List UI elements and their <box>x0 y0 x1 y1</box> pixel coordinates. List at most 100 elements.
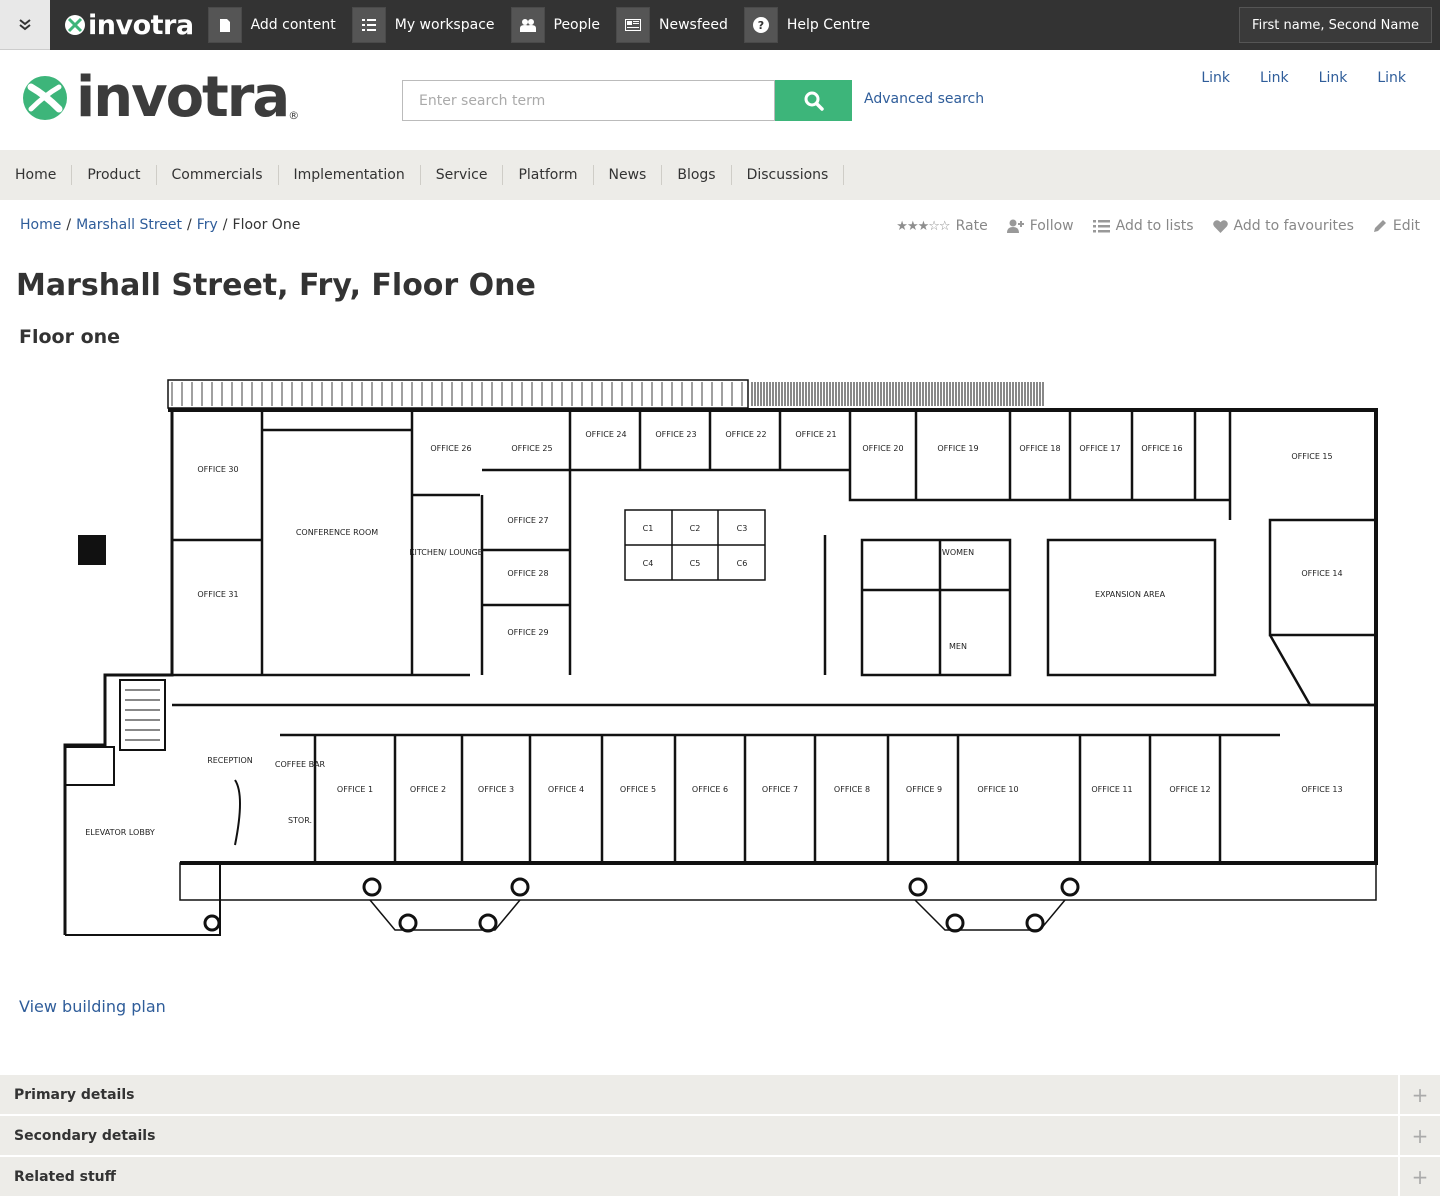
edit-action[interactable]: Edit <box>1373 218 1420 234</box>
user-menu-button[interactable]: First name, Second Name <box>1239 7 1432 43</box>
nav-item-product[interactable]: Product <box>72 165 157 185</box>
floor-plan-room-label: KITCHEN/ LOUNGE <box>409 548 482 557</box>
breadcrumb-separator: / <box>187 217 192 233</box>
floor-plan-room-label: STOR. <box>288 816 312 825</box>
add-content-button[interactable]: Add content <box>204 0 348 50</box>
nav-item-news[interactable]: News <box>594 165 663 185</box>
people-label: People <box>553 17 601 33</box>
newspaper-icon <box>625 19 642 31</box>
accordion-related-stuff[interactable]: Related stuff <box>0 1157 1398 1196</box>
nav-item-commercials[interactable]: Commercials <box>157 165 279 185</box>
floor-plan-room-label: CONFERENCE ROOM <box>296 528 378 537</box>
question-icon: ? <box>752 17 769 33</box>
header-link[interactable]: Link <box>1377 70 1406 86</box>
add-to-favourites-label: Add to favourites <box>1233 218 1354 234</box>
floor-plan-cubicle-label: C4 <box>643 559 654 568</box>
floor-plan-room-label: OFFICE 13 <box>1301 785 1342 794</box>
view-building-plan-link[interactable]: View building plan <box>19 997 166 1016</box>
floor-plan-room-label: EXPANSION AREA <box>1095 590 1166 599</box>
floor-plan-room-label: WOMEN <box>942 548 974 557</box>
floor-plan-room-label: OFFICE 29 <box>507 628 548 637</box>
floor-plan-room-label: OFFICE 6 <box>692 785 728 794</box>
collapse-toggle-button[interactable] <box>0 0 50 50</box>
search-button[interactable] <box>775 80 852 121</box>
page-title: Marshall Street, Fry, Floor One <box>16 268 536 303</box>
nav-item-platform[interactable]: Platform <box>503 165 594 185</box>
floor-plan-cubicle-label: C1 <box>643 524 654 533</box>
people-button[interactable]: People <box>507 0 613 50</box>
header-link[interactable]: Link <box>1260 70 1289 86</box>
help-centre-button[interactable]: ? Help Centre <box>740 0 882 50</box>
floor-plan-room-label: OFFICE 2 <box>410 785 446 794</box>
breadcrumb-link-fry[interactable]: Fry <box>197 217 218 233</box>
floor-plan-room-label: OFFICE 10 <box>977 785 1018 794</box>
floor-plan-room-label: OFFICE 9 <box>906 785 942 794</box>
add-content-label: Add content <box>250 17 336 33</box>
floor-plan-room-label: OFFICE 25 <box>511 444 552 453</box>
floor-plan-room-label: OFFICE 12 <box>1169 785 1210 794</box>
follow-action[interactable]: Follow <box>1006 218 1074 234</box>
follow-label: Follow <box>1029 218 1074 234</box>
header-link[interactable]: Link <box>1319 70 1348 86</box>
search-input[interactable] <box>402 80 775 121</box>
nav-item-service[interactable]: Service <box>421 165 504 185</box>
accordion-primary-details[interactable]: Primary details <box>0 1075 1398 1114</box>
floor-plan-room-label: OFFICE 27 <box>507 516 548 525</box>
double-chevron-down-icon <box>19 18 31 30</box>
registered-mark: ® <box>288 109 300 122</box>
nav-item-discussions[interactable]: Discussions <box>732 165 845 185</box>
floor-plan-cubicle-label: C2 <box>690 524 701 533</box>
site-logo-text: invotra <box>76 65 290 130</box>
add-to-lists-label: Add to lists <box>1115 218 1194 234</box>
list-icon <box>1092 219 1110 232</box>
expand-plus-icon[interactable]: + <box>1398 1075 1440 1114</box>
search-icon <box>804 91 824 111</box>
floor-plan-room-label: OFFICE 17 <box>1079 444 1120 453</box>
pencil-icon <box>1373 220 1386 232</box>
expand-plus-icon[interactable]: + <box>1398 1157 1440 1196</box>
floor-plan-room-label: OFFICE 5 <box>620 785 656 794</box>
floor-plan-room-label: OFFICE 1 <box>337 785 373 794</box>
my-workspace-button[interactable]: My workspace <box>348 0 507 50</box>
search-form <box>402 80 852 121</box>
floor-plan-room-label: OFFICE 3 <box>478 785 514 794</box>
floor-plan-room-label: OFFICE 23 <box>655 430 696 439</box>
newsfeed-button[interactable]: Newsfeed <box>612 0 740 50</box>
floor-plan-room-labels: OFFICE 30 OFFICE 31 CONFERENCE ROOM KITCHEN… <box>85 430 1342 837</box>
breadcrumb-link-marshall-street[interactable]: Marshall Street <box>76 217 182 233</box>
nav-item-implementation[interactable]: Implementation <box>279 165 421 185</box>
nav-item-blogs[interactable]: Blogs <box>662 165 732 185</box>
rate-action[interactable]: ★★★☆☆ Rate <box>896 218 987 234</box>
toolbar-logo[interactable]: invotra <box>50 0 204 50</box>
floor-plan-room-label: OFFICE 31 <box>197 590 238 599</box>
nav-item-home[interactable]: Home <box>0 165 73 185</box>
floor-plan-room-label: OFFICE 8 <box>834 785 870 794</box>
floor-plan-room-label: OFFICE 28 <box>507 569 548 578</box>
advanced-search-link[interactable]: Advanced search <box>864 91 984 107</box>
heart-icon <box>1212 219 1228 233</box>
svg-text:?: ? <box>758 19 764 32</box>
edit-label: Edit <box>1392 218 1420 234</box>
breadcrumb-current: Floor One <box>232 217 301 233</box>
floor-plan-room-label: OFFICE 24 <box>585 430 626 439</box>
page-actions: ★★★☆☆ Rate Follow Add to lists Add to fa… <box>896 218 1420 234</box>
invotra-logo-icon <box>23 76 67 120</box>
add-to-favourites-action[interactable]: Add to favourites <box>1212 218 1354 234</box>
breadcrumb-separator: / <box>66 217 72 233</box>
breadcrumb-separator: / <box>222 217 228 233</box>
toolbar-logo-text: invotra <box>88 9 194 41</box>
star-rating[interactable]: ★★★☆☆ <box>896 219 950 234</box>
floor-plan-room-label: OFFICE 21 <box>795 430 836 439</box>
site-logo[interactable]: invotra ® <box>22 70 299 126</box>
expand-plus-icon[interactable]: + <box>1398 1116 1440 1155</box>
floor-plan-room-label: OFFICE 11 <box>1091 785 1132 794</box>
floor-plan-image[interactable]: OFFICE 30 OFFICE 31 CONFERENCE ROOM KITCHEN… <box>50 375 1385 945</box>
breadcrumb-link-home[interactable]: Home <box>20 217 61 233</box>
floor-plan-cubicle-label: C5 <box>690 559 701 568</box>
add-to-lists-action[interactable]: Add to lists <box>1092 218 1194 234</box>
header-link[interactable]: Link <box>1201 70 1230 86</box>
floor-plan-room-label: OFFICE 30 <box>197 465 238 474</box>
accordion-secondary-details[interactable]: Secondary details <box>0 1116 1398 1155</box>
site-header: invotra ® Advanced search Link Link Link… <box>0 50 1440 150</box>
breadcrumb: Home / Marshall Street / Fry / Floor One <box>20 217 300 233</box>
